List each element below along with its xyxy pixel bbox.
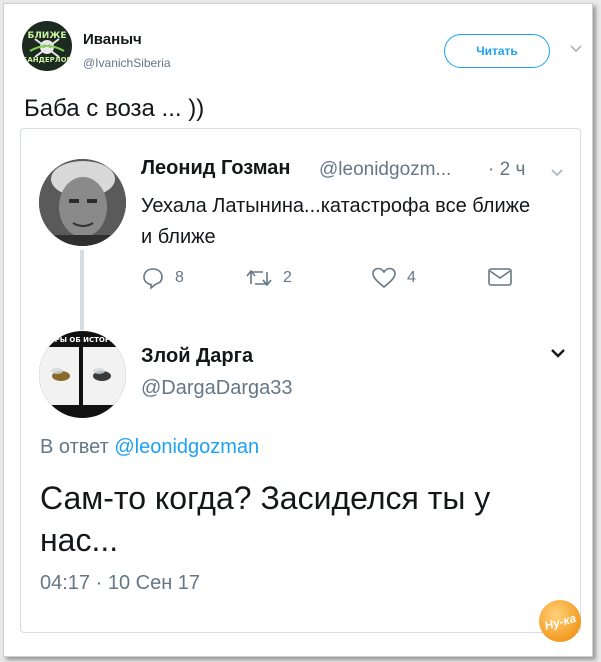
thread-connector-line [80,250,84,330]
quoted-author-name[interactable]: Леонид Гозман [141,157,290,180]
reply-icon [143,268,163,290]
quoted-author-handle[interactable]: @leonidgozm... [319,159,451,181]
leonid-gozman-avatar[interactable] [39,159,126,246]
reply-count: 8 [175,269,184,286]
reply-action[interactable]: 8 [141,266,184,290]
nuka-logo-icon: Ну-ка [543,611,578,633]
flies-avatar-icon: ВОРЫ ОБ ИСТОРИИ [39,331,126,418]
nuka-watermark-logo: Ну-ка [539,600,581,642]
outer-tweet-text: Баба с воза ... )) [24,95,205,122]
outer-author-handle[interactable]: @IvanichSiberia [83,56,171,70]
quoted-tweet-text: Уехала Латынина...катастрофа все ближе и… [141,195,531,248]
reply-author-handle[interactable]: @DargaDarga33 [141,377,293,400]
outer-avatar-text-bottom: БАНДЕРЛОГИ [22,56,72,64]
outer-avatar[interactable]: БЛИЖЕ БАНДЕРЛОГИ [22,21,72,71]
reply-tweet-text: Сам-то когда? Засиделся ты у нас... [40,480,491,558]
retweet-count: 2 [283,269,292,286]
tweet-actions-bar: 8 2 4 [141,266,521,296]
like-action[interactable]: 4 [371,266,416,290]
reply-to-line: В ответ @leonidgozman [40,436,259,459]
chevron-down-icon[interactable] [550,168,564,178]
chevron-down-icon[interactable] [550,347,566,359]
reply-author-name[interactable]: Злой Дарга [141,345,253,368]
watermark-text: Ну-ка [543,611,578,633]
envelope-icon [488,268,512,286]
like-count: 4 [407,269,416,286]
dm-action[interactable] [487,266,513,288]
follow-button[interactable]: Читать [444,34,550,68]
outer-author-name[interactable]: Иваныч [83,31,142,48]
retweet-icon [246,269,272,287]
heart-icon [372,267,396,289]
chevron-down-icon[interactable] [569,44,583,54]
reply-to-mention-link[interactable]: @leonidgozman [114,436,259,458]
person-photo-icon [39,159,126,246]
reply-tweet-datetime[interactable]: 04:17 · 10 Сен 17 [40,572,200,595]
quoted-tweet-time[interactable]: · 2 ч [488,159,525,181]
reply-to-prefix: В ответ [40,436,109,458]
zloy-darga-avatar[interactable]: ВОРЫ ОБ ИСТОРИИ [39,331,126,418]
retweet-action[interactable]: 2 [245,266,292,290]
